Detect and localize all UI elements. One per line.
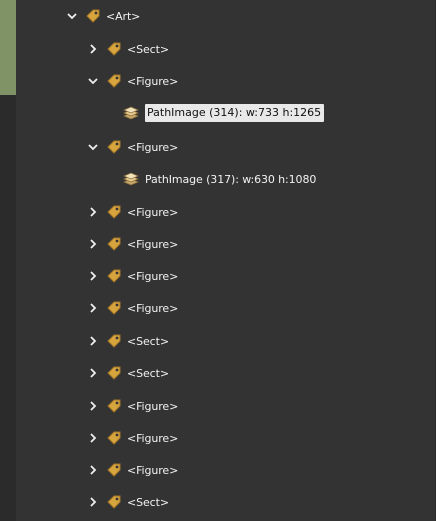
tree-label: <Figure> xyxy=(127,463,179,477)
chevron-right-icon[interactable] xyxy=(87,238,99,250)
tree-label: <Figure> xyxy=(127,205,179,219)
chevron-right-icon[interactable] xyxy=(87,43,99,55)
chevron-right-icon[interactable] xyxy=(87,496,99,508)
tag-icon xyxy=(105,365,122,382)
tree-label: <Figure> xyxy=(127,431,179,445)
tags-tree-window: <Art> <Sect> <Figure> PathImage (314): w… xyxy=(0,0,437,521)
chevron-right-icon[interactable] xyxy=(87,367,99,379)
chevron-right-icon[interactable] xyxy=(87,302,99,314)
tag-icon xyxy=(105,204,122,221)
tag-icon xyxy=(105,139,122,156)
tag-icon xyxy=(105,333,122,350)
tag-icon xyxy=(105,398,122,415)
chevron-right-icon[interactable] xyxy=(87,464,99,476)
chevron-right-icon[interactable] xyxy=(87,400,99,412)
tree-row-figure[interactable]: <Figure> xyxy=(87,458,178,482)
tree-row-sect[interactable]: <Sect> xyxy=(87,329,169,353)
tag-icon xyxy=(105,494,122,511)
tree-label: <Sect> xyxy=(127,495,169,509)
tree-label: <Figure> xyxy=(127,140,179,154)
tag-icon xyxy=(105,462,122,479)
tree-row-art[interactable]: <Art> xyxy=(66,4,140,28)
tree-row-pathimage[interactable]: PathImage (314): w:733 h:1265 xyxy=(122,101,325,125)
chevron-right-icon[interactable] xyxy=(87,335,99,347)
chevron-down-icon[interactable] xyxy=(66,10,78,22)
image-stack-icon xyxy=(122,170,140,188)
tag-icon xyxy=(105,300,122,317)
tree-label: PathImage (317): w:630 h:1080 xyxy=(145,172,317,186)
tag-icon xyxy=(84,8,101,25)
tree-row-figure[interactable]: <Figure> xyxy=(87,426,178,450)
tree-row-figure[interactable]: <Figure> xyxy=(87,69,178,93)
tree-row-figure[interactable]: <Figure> xyxy=(87,394,178,418)
tree-row-sect[interactable]: <Sect> xyxy=(87,490,169,514)
chevron-right-icon[interactable] xyxy=(87,432,99,444)
tree-label: <Sect> xyxy=(127,42,169,56)
tree-label-selected: PathImage (314): w:733 h:1265 xyxy=(145,104,325,122)
chevron-down-icon[interactable] xyxy=(87,75,99,87)
tree-row-figure[interactable]: <Figure> xyxy=(87,264,178,288)
tag-icon xyxy=(105,268,122,285)
tag-icon xyxy=(105,236,122,253)
tree-label: <Figure> xyxy=(127,399,179,413)
tree-row-figure[interactable]: <Figure> xyxy=(87,200,178,224)
tree-label: <Figure> xyxy=(127,237,179,251)
tags-tree-panel: <Art> <Sect> <Figure> PathImage (314): w… xyxy=(16,0,436,521)
tree-row-figure[interactable]: <Figure> xyxy=(87,296,178,320)
chevron-right-icon[interactable] xyxy=(87,270,99,282)
tree-label: <Figure> xyxy=(127,74,179,88)
tree-label: <Figure> xyxy=(127,269,179,283)
tree-label: <Sect> xyxy=(127,366,169,380)
chevron-right-icon[interactable] xyxy=(87,206,99,218)
image-stack-icon xyxy=(122,104,140,122)
chevron-down-icon[interactable] xyxy=(87,141,99,153)
tree-label: <Figure> xyxy=(127,301,179,315)
tag-icon xyxy=(105,430,122,447)
tree-label: <Art> xyxy=(106,9,141,23)
tree-row-figure[interactable]: <Figure> xyxy=(87,135,178,159)
left-accent-panel xyxy=(0,0,16,95)
tree-label: <Sect> xyxy=(127,334,169,348)
tag-icon xyxy=(105,41,122,58)
tree-row-pathimage[interactable]: PathImage (317): w:630 h:1080 xyxy=(122,167,316,191)
tree-row-sect[interactable]: <Sect> xyxy=(87,37,169,61)
tree-row-figure[interactable]: <Figure> xyxy=(87,232,178,256)
tree-row-sect[interactable]: <Sect> xyxy=(87,361,169,385)
tag-icon xyxy=(105,73,122,90)
